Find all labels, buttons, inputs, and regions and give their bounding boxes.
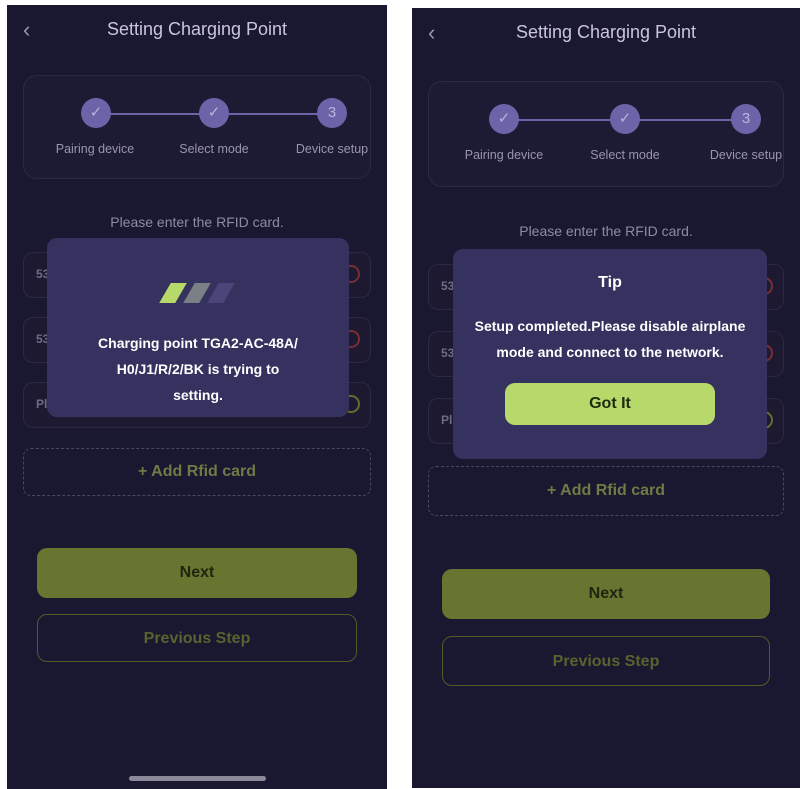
step-label-device-setup: Device setup	[709, 148, 783, 162]
stepper: ✓ ✓ 3 Pairing device Select mode Device …	[428, 81, 784, 187]
home-indicator	[129, 776, 266, 781]
rfid-prompt: Please enter the RFID card.	[110, 214, 284, 230]
step-label-device-setup: Device setup	[295, 142, 369, 156]
add-rfid-button[interactable]: + Add Rfid card	[23, 448, 371, 496]
step-connector	[625, 119, 746, 121]
previous-step-button[interactable]: Previous Step	[442, 636, 770, 686]
step-connector	[504, 119, 625, 121]
page-title: Setting Charging Point	[515, 22, 697, 42]
screen-loading: ‹ Setting Charging Point ✓ ✓ 3 Pairing d…	[7, 5, 387, 789]
loading-message-line: Charging point TGA2-AC-48A/	[98, 335, 298, 351]
next-button[interactable]: Next	[37, 548, 357, 598]
add-rfid-button[interactable]: + Add Rfid card	[428, 466, 784, 516]
previous-step-button[interactable]: Previous Step	[37, 614, 357, 662]
got-it-button[interactable]: Got It	[505, 383, 715, 425]
tip-message-line: mode and connect to the network.	[496, 344, 724, 360]
tip-message-line: Setup completed.Please disable airplane	[474, 318, 746, 334]
step-3-number: 3	[317, 98, 347, 128]
loading-message-line: H0/J1/R/2/BK is trying to	[116, 361, 280, 377]
rfid-row-text: Pl	[36, 397, 48, 411]
step-3-number: 3	[731, 104, 761, 134]
step-connector	[214, 113, 332, 115]
rfid-row-text: Pl	[441, 413, 453, 427]
step-label-pairing: Pairing device	[464, 148, 544, 162]
screen-tip: ‹ Setting Charging Point ✓ ✓ 3 Pairing d…	[412, 8, 800, 788]
step-label-pairing: Pairing device	[55, 142, 135, 156]
step-1-check-icon: ✓	[81, 98, 111, 128]
stepper: ✓ ✓ 3 Pairing device Select mode Device …	[23, 75, 371, 179]
tip-modal: Tip Setup completed.Please disable airpl…	[453, 249, 767, 459]
step-connector	[96, 113, 214, 115]
header: ‹ Setting Charging Point	[412, 16, 800, 52]
rfid-prompt: Please enter the RFID card.	[519, 223, 693, 239]
header: ‹ Setting Charging Point	[7, 13, 387, 49]
step-2-check-icon: ✓	[610, 104, 640, 134]
page-title: Setting Charging Point	[106, 19, 288, 39]
loading-message-line: setting.	[173, 387, 223, 403]
next-button[interactable]: Next	[442, 569, 770, 619]
tip-title: Tip	[598, 274, 622, 291]
step-1-check-icon: ✓	[489, 104, 519, 134]
step-label-select-mode: Select mode	[590, 148, 660, 162]
loading-spinner-icon	[159, 283, 235, 305]
step-2-check-icon: ✓	[199, 98, 229, 128]
loading-modal: Charging point TGA2-AC-48A/ H0/J1/R/2/BK…	[47, 238, 349, 417]
step-label-select-mode: Select mode	[179, 142, 249, 156]
